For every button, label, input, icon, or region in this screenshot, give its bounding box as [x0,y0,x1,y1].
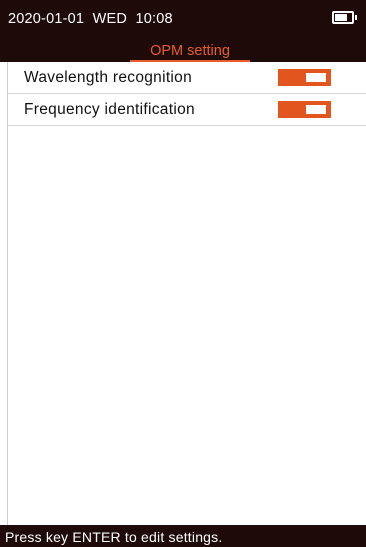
footer-hint: Press key ENTER to edit settings. [5,529,223,545]
battery-icon [332,11,357,24]
frequency-identification-toggle[interactable] [278,101,331,118]
tab-label: OPM setting [150,43,230,59]
settings-list: Wavelength recognition Frequency identif… [7,62,366,525]
toggle-knob [306,105,326,114]
footer-bar: Press key ENTER to edit settings. [0,525,366,547]
setting-row-wavelength-recognition[interactable]: Wavelength recognition [8,62,366,94]
setting-label: Wavelength recognition [24,69,193,86]
setting-label: Frequency identification [24,101,195,118]
top-bar: 2020-01-01 WED 10:08 OPM setting [0,0,366,62]
status-datetime: 2020-01-01 WED 10:08 [8,11,173,27]
wavelength-recognition-toggle[interactable] [278,69,331,86]
tab-opm-setting[interactable]: OPM setting [130,40,250,62]
setting-row-frequency-identification[interactable]: Frequency identification [8,94,366,126]
toggle-knob [306,73,326,82]
